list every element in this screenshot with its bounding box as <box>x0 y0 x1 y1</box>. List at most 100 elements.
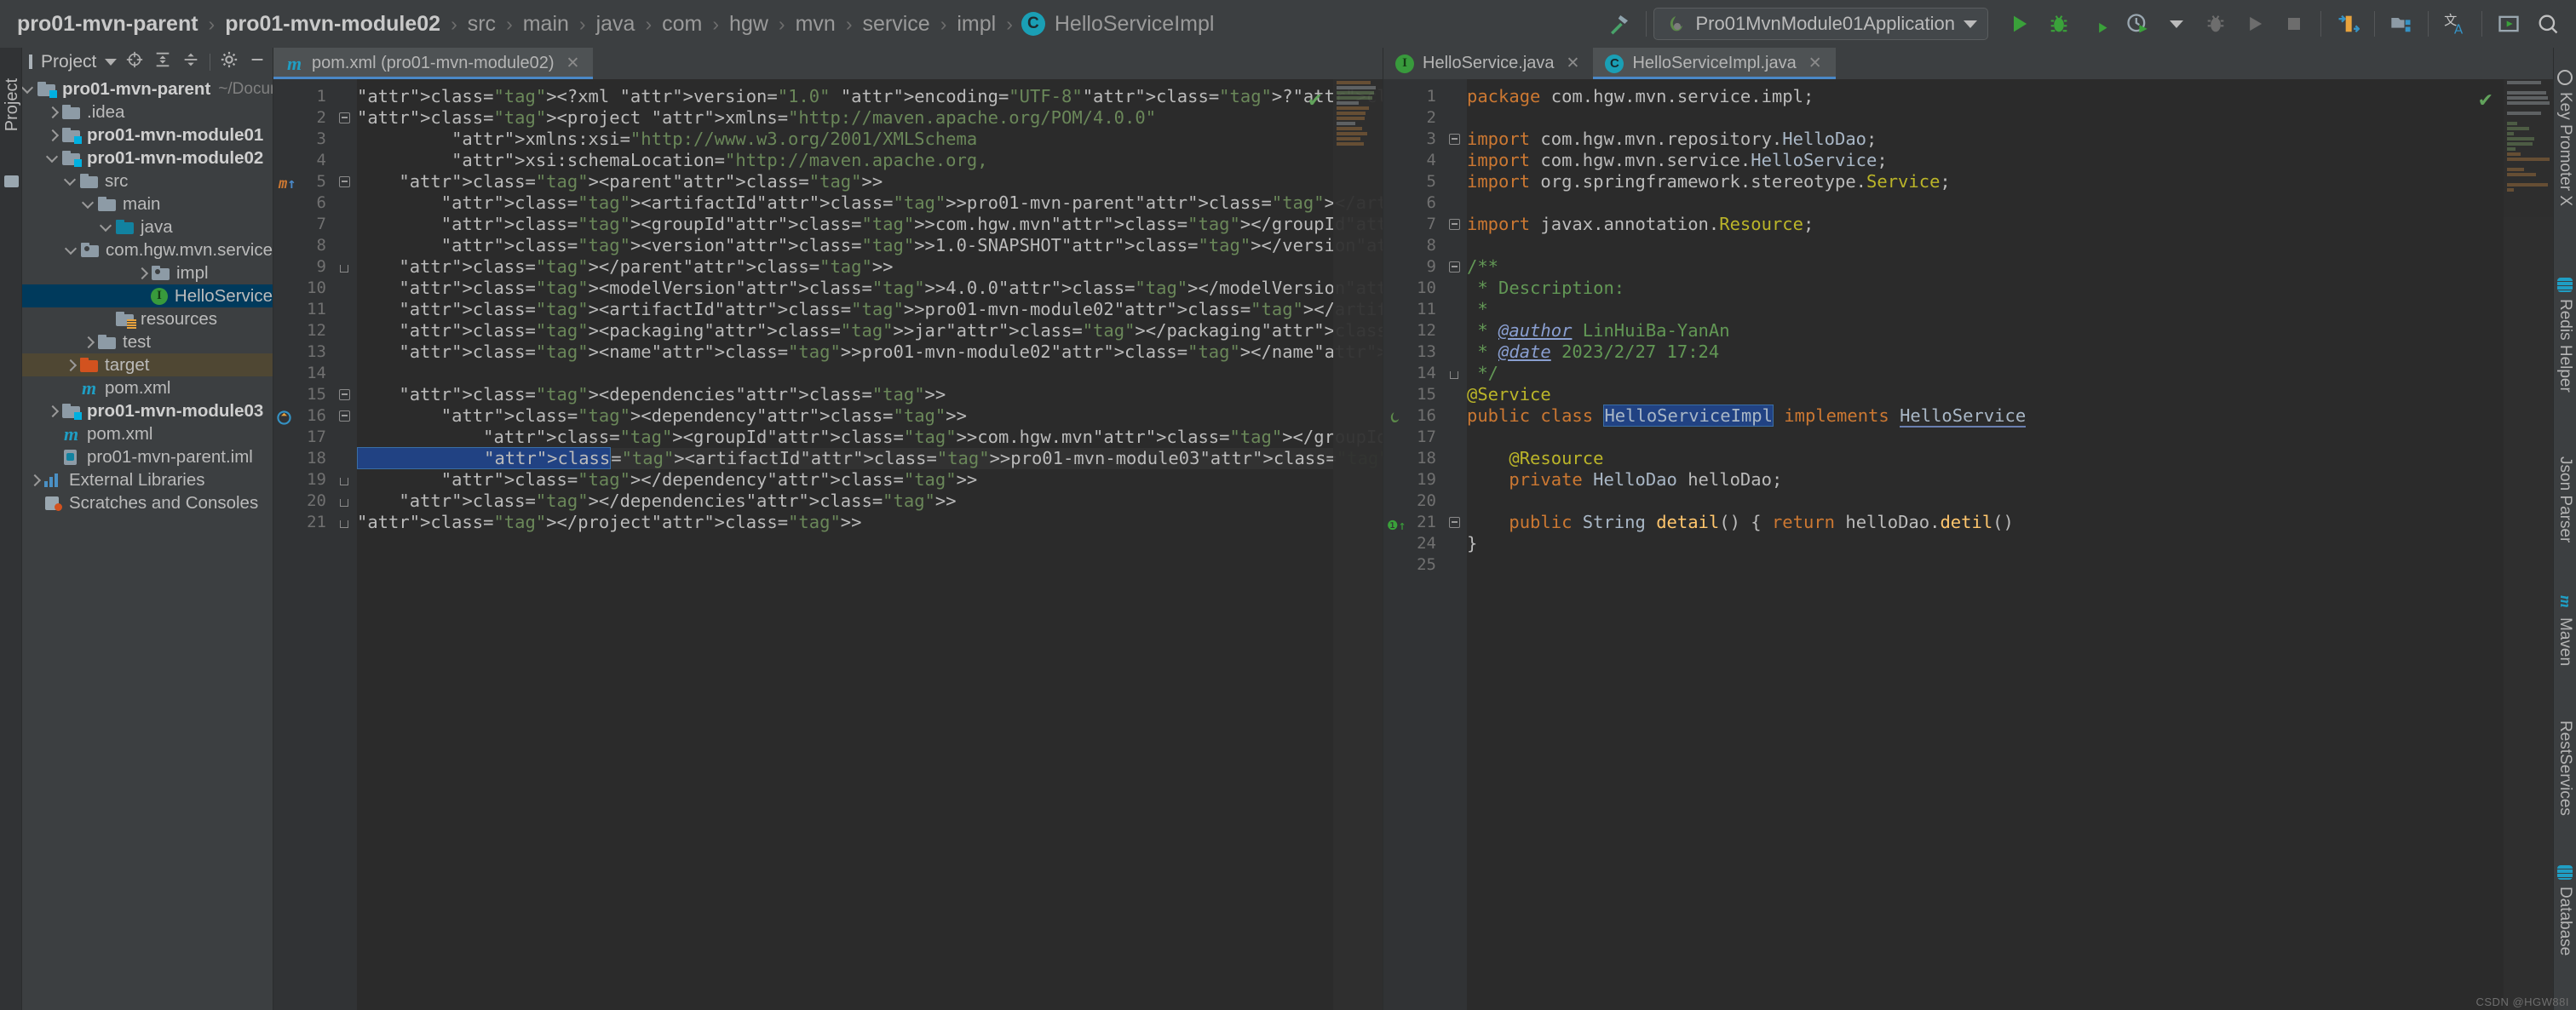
tree-item--idea[interactable]: .idea <box>22 100 273 123</box>
fold-marker[interactable] <box>1445 299 1467 320</box>
fold-marker[interactable] <box>1445 512 1467 533</box>
fold-marker[interactable] <box>335 150 357 171</box>
breadcrumb-item-service[interactable]: service <box>861 12 932 37</box>
tree-item-pro01-mvn-parent-iml[interactable]: pro01-mvn-parent.iml <box>22 445 273 468</box>
minimap-pom[interactable] <box>1333 79 1383 1010</box>
fold-gutter[interactable] <box>335 79 357 1010</box>
tree-item-external-libraries[interactable]: External Libraries <box>22 468 273 491</box>
code-area-java[interactable]: 1 2 3 4 5 6 7 8 9 10 11 12 13 14 15 16 17 18 19 20 ❶↑ 21 24 25 … <box>1383 79 2553 1010</box>
chevron-down-icon[interactable] <box>65 175 77 187</box>
fold-marker[interactable] <box>1445 86 1467 107</box>
tree-item-pro01-mvn-module01[interactable]: pro01-mvn-module01 <box>22 123 273 146</box>
chevron-right-icon[interactable] <box>83 336 95 348</box>
tab-pom-xml[interactable]: m pom.xml (pro01-mvn-module02) ✕ <box>273 48 594 79</box>
attach-debugger-button[interactable] <box>2196 4 2235 43</box>
hide-button[interactable] <box>248 50 267 73</box>
tool-tab-maven[interactable]: m Maven <box>2556 593 2574 666</box>
code-text-pom[interactable]: "attr">class="tag"><?xml "attr">version=… <box>357 79 1383 1010</box>
tree-item-impl[interactable]: impl <box>22 261 273 284</box>
tool-tab-key-promoter-x[interactable]: Key Promoter X <box>2556 70 2574 206</box>
fold-marker[interactable] <box>1445 405 1467 427</box>
tree-item-com-hgw-mvn-service[interactable]: com.hgw.mvn.service <box>22 238 273 261</box>
close-icon[interactable]: ✕ <box>1567 54 1580 73</box>
run-configuration-selector[interactable]: Pro01MvnModule01Application <box>1653 8 1988 40</box>
close-icon[interactable]: ✕ <box>1808 54 1822 73</box>
search-everywhere-button[interactable] <box>2528 4 2567 43</box>
fold-marker[interactable] <box>335 107 357 129</box>
fold-marker[interactable] <box>1445 150 1467 171</box>
breadcrumb-item-impl[interactable]: impl <box>955 12 998 37</box>
breadcrumb-item-helloserviceimpl[interactable]: HelloServiceImpl <box>1053 12 1216 37</box>
profiler-dropdown[interactable] <box>2157 4 2196 43</box>
fold-marker[interactable] <box>1445 320 1467 341</box>
tree-item-test[interactable]: test <box>22 330 273 353</box>
presentation-button[interactable] <box>2489 4 2528 43</box>
chevron-down-icon[interactable] <box>66 244 78 256</box>
fold-marker[interactable] <box>335 278 357 299</box>
tool-tab-json-parser[interactable]: Json Parser <box>2556 456 2574 542</box>
fold-marker[interactable] <box>1445 278 1467 299</box>
chevron-right-icon[interactable] <box>136 267 148 279</box>
tree-item-pro01-mvn-module02[interactable]: pro01-mvn-module02 <box>22 146 273 169</box>
chevron-right-icon[interactable] <box>29 474 41 486</box>
tab-helloservice-java[interactable]: I HelloService.java ✕ <box>1383 48 1594 79</box>
tab-helloserviceimpl-java[interactable]: C HelloServiceImpl.java ✕ <box>1593 48 1836 79</box>
fold-marker[interactable] <box>1445 469 1467 491</box>
chevron-down-icon[interactable] <box>47 152 59 164</box>
fold-marker[interactable] <box>335 363 357 384</box>
bookmark-orange-icon[interactable] <box>2328 4 2367 43</box>
project-structure-button[interactable] <box>2382 4 2421 43</box>
fold-marker[interactable] <box>335 129 357 150</box>
tree-item-pom-xml[interactable]: m pom.xml <box>22 376 273 399</box>
tree-item-pro01-mvn-parent[interactable]: pro01-mvn-parent ~/Documents/yanAn/ <box>22 77 273 100</box>
fold-marker[interactable] <box>335 256 357 278</box>
fold-marker[interactable] <box>1445 384 1467 405</box>
fold-gutter[interactable] <box>1445 79 1467 1010</box>
fold-marker[interactable] <box>1445 448 1467 469</box>
tree-item-scratches-and-consoles[interactable]: Scratches and Consoles <box>22 491 273 514</box>
chevron-right-icon[interactable] <box>65 359 77 371</box>
tree-item-pro01-mvn-module03[interactable]: pro01-mvn-module03 <box>22 399 273 422</box>
fold-marker[interactable] <box>1445 171 1467 192</box>
chevron-down-icon[interactable] <box>105 58 118 66</box>
breadcrumb-item-pro01-mvn-module02[interactable]: pro01-mvn-module02 <box>223 12 442 37</box>
fold-marker[interactable] <box>335 299 357 320</box>
fold-marker[interactable] <box>335 405 357 427</box>
chevron-down-icon[interactable] <box>101 221 112 233</box>
chevron-right-icon[interactable] <box>47 129 59 141</box>
gear-icon[interactable] <box>220 50 239 73</box>
tree-item-helloservice[interactable]: I HelloService <box>22 284 273 307</box>
chevron-right-icon[interactable] <box>47 405 59 417</box>
breadcrumb-item-mvn[interactable]: mvn <box>794 12 837 37</box>
project-tree[interactable]: pro01-mvn-parent~/Documents/yanAn/.ideap… <box>22 76 273 1010</box>
run-button[interactable] <box>2000 4 2039 43</box>
run-with-coverage-button[interactable] <box>2079 4 2118 43</box>
fold-marker[interactable] <box>335 235 357 256</box>
fold-marker[interactable] <box>335 86 357 107</box>
expand-all-button[interactable] <box>153 50 172 73</box>
fold-marker[interactable] <box>1445 256 1467 278</box>
fold-marker[interactable] <box>335 469 357 491</box>
collapse-all-button[interactable] <box>181 50 200 73</box>
tool-tab-database[interactable]: Database <box>2556 865 2574 955</box>
folder-icon[interactable] <box>4 175 19 187</box>
fold-marker[interactable] <box>335 171 357 192</box>
fold-marker[interactable] <box>1445 235 1467 256</box>
fold-marker[interactable] <box>1445 491 1467 512</box>
fold-marker[interactable] <box>335 384 357 405</box>
fold-marker[interactable] <box>1445 363 1467 384</box>
breadcrumb-item-src[interactable]: src <box>466 12 497 37</box>
tree-item-target[interactable]: target <box>22 353 273 376</box>
sidebar-tab-project[interactable]: Project <box>0 66 22 143</box>
tool-tab-restservices[interactable]: RestServices <box>2556 720 2574 816</box>
fold-marker[interactable] <box>335 320 357 341</box>
fold-marker[interactable] <box>1445 533 1467 554</box>
fold-marker[interactable] <box>335 341 357 363</box>
chevron-down-icon[interactable] <box>83 198 95 210</box>
translate-button[interactable]: 文A <box>2435 4 2475 43</box>
fold-marker[interactable] <box>335 491 357 512</box>
fold-marker[interactable] <box>1445 427 1467 448</box>
breadcrumb-item-com[interactable]: com <box>660 12 704 37</box>
fold-marker[interactable] <box>335 448 357 469</box>
chevron-down-icon[interactable] <box>22 83 34 95</box>
